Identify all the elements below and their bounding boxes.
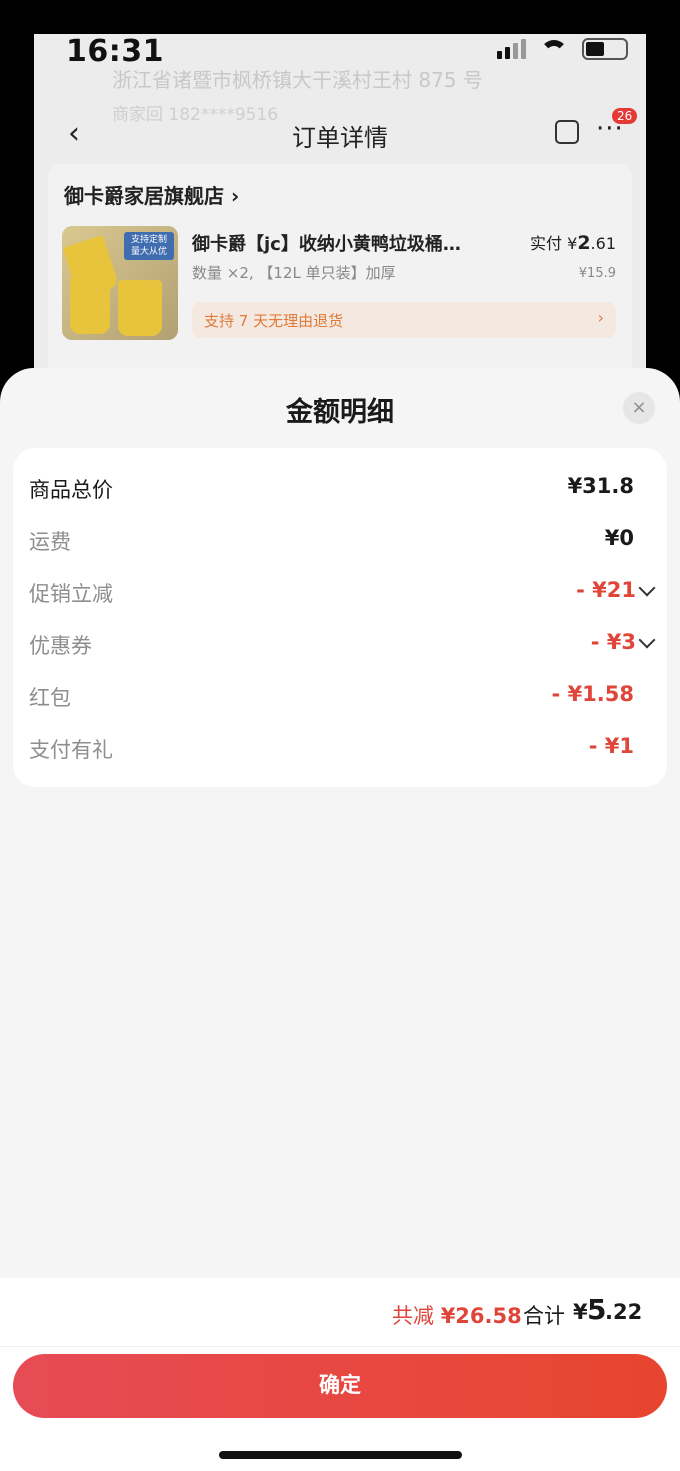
reduction-value: ¥26.58 xyxy=(440,1304,522,1328)
paid-label: 实付 ¥ xyxy=(530,234,578,253)
battery-icon xyxy=(582,38,628,60)
chevron-down-icon[interactable] xyxy=(638,631,656,649)
total-integer: 5 xyxy=(587,1293,607,1326)
row-red-packet: 红包 - ¥1.58 xyxy=(13,676,667,716)
return-policy-text: 支持 7 天无理由退货 xyxy=(204,312,344,330)
row-label: 运费 xyxy=(29,530,71,554)
chevron-right-icon: › xyxy=(597,308,604,327)
share-icon[interactable] xyxy=(555,120,579,144)
return-policy-bar[interactable]: 支持 7 天无理由退货 › xyxy=(192,302,616,338)
row-value: ¥31.8 xyxy=(567,474,634,498)
confirm-button[interactable]: 确定 xyxy=(13,1354,667,1418)
reduction-label: 共减 xyxy=(392,1304,441,1328)
product-title[interactable]: 御卡爵【jc】收纳小黄鸭垃圾桶… xyxy=(192,230,497,256)
row-goods-total: 商品总价 ¥31.8 xyxy=(13,468,667,508)
product-original-price: ¥15.9 xyxy=(578,266,616,281)
signal-icon xyxy=(497,39,526,59)
product-image-tag: 支持定制 量大从优 xyxy=(124,232,174,260)
paid-dec: .61 xyxy=(590,234,616,253)
row-label: 优惠券 xyxy=(29,634,92,658)
nav-bar: ‹ 订单详情 ··· 26 xyxy=(34,108,646,156)
product-spec: 数量 ×2, 【12L 单只装】加厚 xyxy=(192,264,396,282)
row-label: 支付有礼 xyxy=(29,738,113,762)
total-decimal: .22 xyxy=(605,1300,643,1324)
row-shipping: 运费 ¥0 xyxy=(13,520,667,560)
close-icon[interactable]: × xyxy=(623,392,655,424)
wifi-icon xyxy=(540,40,568,58)
amount-detail-sheet: 金额明细 × 商品总价 ¥31.8 运费 ¥0 促销立减 - ¥21 优惠券 -… xyxy=(0,368,680,1471)
total-currency: ¥ xyxy=(573,1300,588,1324)
row-promotion[interactable]: 促销立减 - ¥21 xyxy=(13,572,667,612)
notification-badge: 26 xyxy=(612,108,638,124)
status-icons xyxy=(497,38,628,60)
total-reduction: 共减 ¥26.58 xyxy=(392,1300,522,1330)
row-value: ¥0 xyxy=(604,526,634,550)
paid-int: 2 xyxy=(577,232,591,254)
order-product-card: 御卡爵家居旗舰店 › 支持定制 量大从优 御卡爵【jc】收纳小黄鸭垃圾桶… 数量… xyxy=(48,164,632,394)
order-detail-background: 16:31 浙江省诸暨市枫桥镇大干溪村王村 875 号 商家回 182****9… xyxy=(34,34,646,394)
sheet-footer: 共减 ¥26.58 合计 ¥ 5 .22 确定 xyxy=(0,1278,680,1471)
row-value: - ¥1 xyxy=(588,734,634,758)
product-image[interactable]: 支持定制 量大从优 xyxy=(62,226,178,340)
row-label: 红包 xyxy=(29,686,71,710)
row-payment-gift: 支付有礼 - ¥1 xyxy=(13,728,667,768)
row-value: - ¥21 xyxy=(576,578,636,602)
divider xyxy=(0,1346,680,1347)
row-value: - ¥1.58 xyxy=(551,682,634,706)
amount-detail-card: 商品总价 ¥31.8 运费 ¥0 促销立减 - ¥21 优惠券 - ¥3 红包 … xyxy=(13,448,667,787)
row-label: 商品总价 xyxy=(29,478,113,502)
home-indicator xyxy=(219,1451,462,1459)
total-label: 合计 xyxy=(523,1304,565,1328)
chevron-down-icon[interactable] xyxy=(638,579,656,597)
product-paid-price: 实付 ¥2.61 xyxy=(530,230,616,254)
sheet-title: 金额明细 xyxy=(286,397,394,428)
shop-name-link[interactable]: 御卡爵家居旗舰店 › xyxy=(64,180,239,209)
shipping-address: 浙江省诸暨市枫桥镇大干溪村王村 875 号 xyxy=(112,68,483,92)
row-value: - ¥3 xyxy=(590,630,636,654)
row-label: 促销立减 xyxy=(29,582,113,606)
row-coupon[interactable]: 优惠券 - ¥3 xyxy=(13,624,667,664)
